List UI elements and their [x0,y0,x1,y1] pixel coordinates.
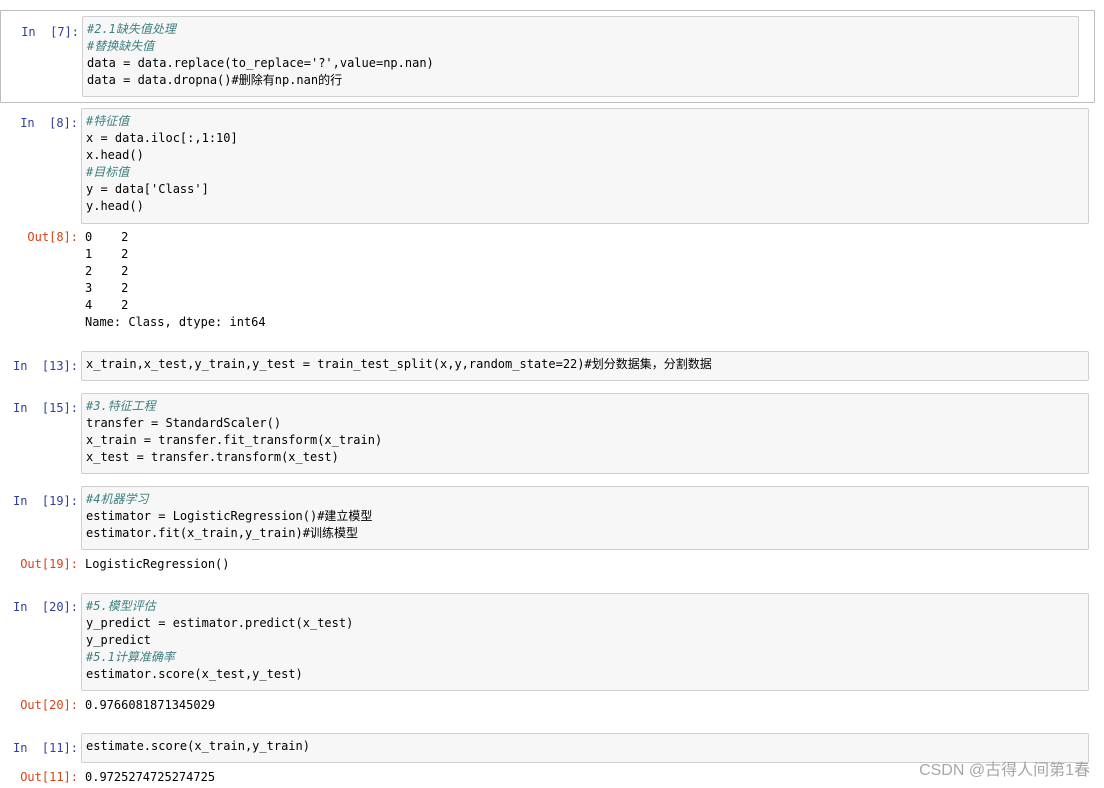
code-line: y_predict = estimator.predict(x_test) [86,616,354,630]
output-line: 4 2 [85,298,129,312]
output-prompt: Out[20]: [20,698,78,712]
input-prompt: In [15]: [12,401,78,415]
code-input[interactable]: x_train,x_test,y_train,y_test = train_te… [81,351,1089,381]
output-line: LogisticRegression() [85,557,230,571]
code-line: y_predict [86,633,152,647]
code-line: x_train,x_test,y_train,y_test = train_te… [86,357,712,371]
output-prompt: Out[8]: [27,230,78,244]
code-input[interactable]: #5.模型评估 y_predict = estimator.predict(x_… [81,593,1089,691]
code-line: estimator.score(x_test,y_test) [86,667,303,681]
code-line: #替换缺失值 [87,39,155,53]
code-cell-20[interactable]: In [20]: #5.模型评估 y_predict = estimator.p… [0,593,1104,721]
code-cell-8[interactable]: In [8]: #特征值 x = data.iloc[:,1:10] x.hea… [0,108,1104,338]
code-line: #3.特征工程 [86,399,156,413]
input-prompt: In [19]: [12,494,78,508]
cell-output: LogisticRegression() [85,556,1089,573]
code-cell-13[interactable]: In [13]: x_train,x_test,y_train,y_test =… [0,351,1104,383]
code-line: #2.1缺失值处理 [87,22,176,36]
input-prompt: In [13]: [12,359,78,373]
code-line: y = data['Class'] [86,182,209,196]
code-line: #特征值 [86,114,130,128]
code-line: #5.模型评估 [86,599,156,613]
code-cell-15[interactable]: In [15]: #3.特征工程 transfer = StandardScal… [0,393,1104,475]
code-line: #2.1缺失值处理 [87,21,1074,38]
output-line: 0 2 [85,230,129,244]
code-input[interactable]: #4机器学习 estimator = LogisticRegression()#… [81,486,1089,550]
output-line: 2 2 [85,264,129,278]
code-input[interactable]: #3.特征工程 transfer = StandardScaler() x_tr… [81,393,1089,474]
input-prompt: In [20]: [12,600,78,614]
output-line: 3 2 [85,281,129,295]
code-line: estimate.score(x_train,y_train) [86,739,310,753]
code-line: data = data.dropna()#删除有np.nan的行 [87,73,343,87]
code-line: estimator = LogisticRegression()#建立模型 [86,509,373,523]
code-line: transfer = StandardScaler() [86,416,282,430]
output-line: 1 2 [85,247,129,261]
output-line: Name: Class, dtype: int64 [85,315,266,329]
code-line: x_train = transfer.fit_transform(x_train… [86,433,383,447]
code-line: x = data.iloc[:,1:10] [86,131,238,145]
watermark: CSDN @古得人间第1春 [919,762,1090,779]
code-line: #4机器学习 [86,492,149,506]
code-line: #5.1计算准确率 [86,650,175,664]
input-prompt: In [7]: [21,25,79,39]
code-line: x.head() [86,148,144,162]
code-line: estimator.fit(x_train,y_train)#训练模型 [86,526,358,540]
output-line: 0.9766081871345029 [85,698,216,712]
input-prompt: In [8]: [20,116,78,130]
cell-output: 0.9766081871345029 [85,697,1089,714]
code-cell-19[interactable]: In [19]: #4机器学习 estimator = LogisticRegr… [0,486,1104,578]
output-prompt: Out[19]: [20,557,78,571]
code-line: #目标值 [86,165,130,179]
code-line: y.head() [86,199,144,213]
code-cell-7[interactable]: In [7]: #2.1缺失值处理 #替换缺失值 data = data.rep… [0,10,1095,103]
code-line: x_test = transfer.transform(x_test) [86,450,339,464]
code-line: data = data.replace(to_replace='?',value… [87,56,434,70]
cell-output: 0 2 1 2 2 2 3 2 4 2 Name: Class, dtype: … [85,229,1089,331]
output-prompt: Out[11]: [20,770,78,784]
code-input[interactable]: #2.1缺失值处理 #替换缺失值 data = data.replace(to_… [82,16,1079,97]
input-prompt: In [11]: [12,741,78,755]
code-input[interactable]: #特征值 x = data.iloc[:,1:10] x.head() #目标值… [81,108,1089,224]
